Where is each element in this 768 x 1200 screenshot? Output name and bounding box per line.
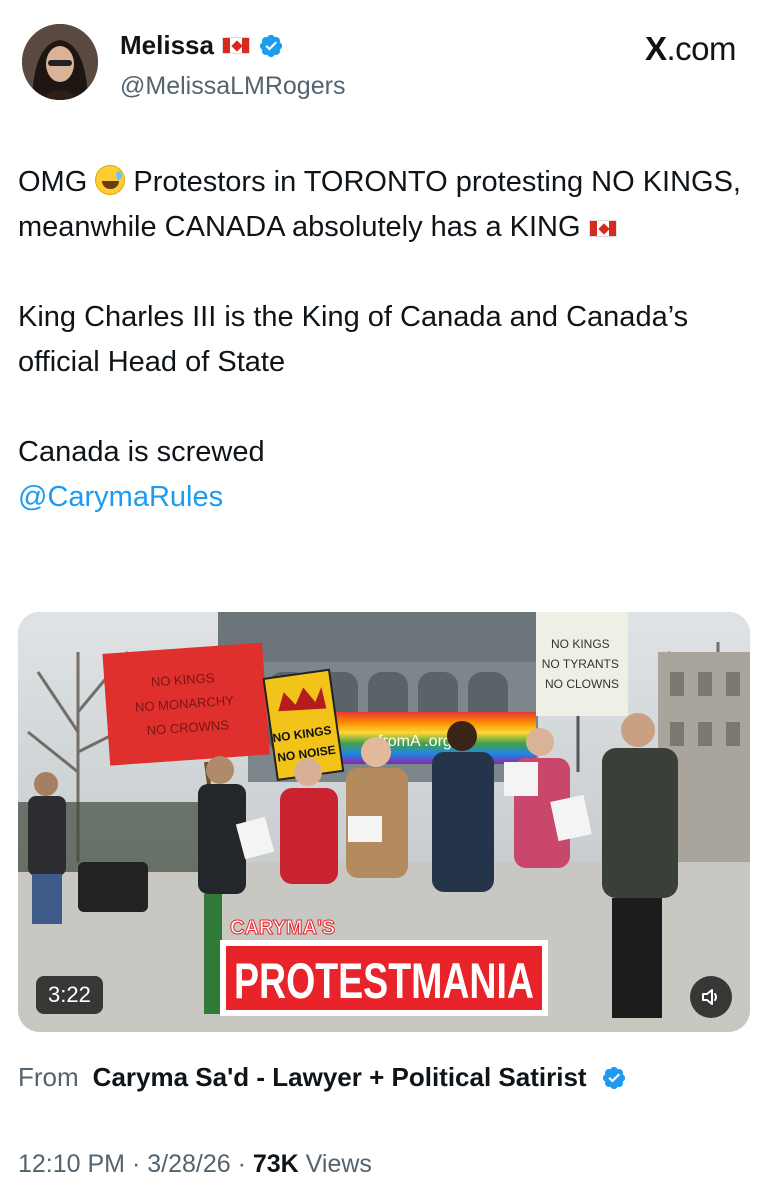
grinning-sweat-emoji-icon bbox=[95, 165, 126, 195]
video-thumbnail: fromA .org NO KINGS NO MONARCHY NO CROWN… bbox=[18, 612, 750, 1032]
white-sign-line-1: NO KINGS bbox=[551, 637, 610, 651]
mention-link[interactable]: @CarymaRules bbox=[18, 481, 223, 513]
x-logo-mark: X bbox=[644, 30, 667, 67]
svg-text:NO KINGS NO TYRANTS: NO KINGS NO TYRANTS NO CLOWNS bbox=[542, 637, 622, 691]
canada-flag-icon bbox=[221, 37, 250, 54]
source-channel-name[interactable]: Caryma Sa'd - Lawyer + Political Satiris… bbox=[93, 1062, 587, 1093]
verified-badge-icon bbox=[602, 1066, 625, 1089]
video-player[interactable]: fromA .org NO KINGS NO MONARCHY NO CROWN… bbox=[18, 612, 750, 1032]
author-handle[interactable]: @MelissaLMRogers bbox=[120, 72, 345, 101]
author-display-name[interactable]: Melissa bbox=[120, 30, 214, 61]
overlay-big-text: PROTESTMANIA bbox=[234, 953, 534, 1009]
video-duration: 3:22 bbox=[36, 976, 103, 1014]
tweet-meta: 12:10 PM · 3/28/26 · 73K Views bbox=[18, 1150, 372, 1179]
volume-icon[interactable] bbox=[690, 976, 732, 1018]
tweet-header: Melissa @MelissaLMRogers X.com bbox=[0, 0, 768, 120]
tweet-paragraph-1: OMG Protestors in TORONTO protesting NO … bbox=[18, 160, 748, 250]
overlay-small-text: CARYMA'S bbox=[230, 917, 335, 939]
tweet-paragraph-2: King Charles III is the King of Canada a… bbox=[18, 301, 689, 378]
tweet-text-omg: OMG bbox=[18, 166, 88, 198]
source-from-label: From bbox=[18, 1062, 79, 1092]
tweet-paragraph-3: Canada is screwed bbox=[18, 436, 265, 468]
views-label: Views bbox=[298, 1150, 372, 1178]
video-source: From Caryma Sa'd - Lawyer + Political Sa… bbox=[18, 1062, 627, 1093]
verified-badge-icon[interactable] bbox=[258, 33, 284, 59]
author-name-row: Melissa bbox=[120, 30, 284, 61]
timestamp[interactable]: 12:10 PM · 3/28/26 · bbox=[18, 1150, 253, 1178]
white-sign-line-3: NO CLOWNS bbox=[545, 677, 619, 691]
x-logo-suffix: .com bbox=[666, 30, 736, 67]
tweet-text-line1: Protestors in TORONTO protesting NO KING… bbox=[18, 166, 741, 243]
views-count: 73K bbox=[252, 1150, 299, 1178]
avatar[interactable] bbox=[22, 24, 98, 100]
canada-flag-icon bbox=[588, 219, 617, 237]
x-logo: X.com bbox=[644, 30, 737, 68]
white-sign-line-2: NO TYRANTS bbox=[542, 657, 619, 671]
tweet-body: OMG Protestors in TORONTO protesting NO … bbox=[18, 160, 748, 520]
